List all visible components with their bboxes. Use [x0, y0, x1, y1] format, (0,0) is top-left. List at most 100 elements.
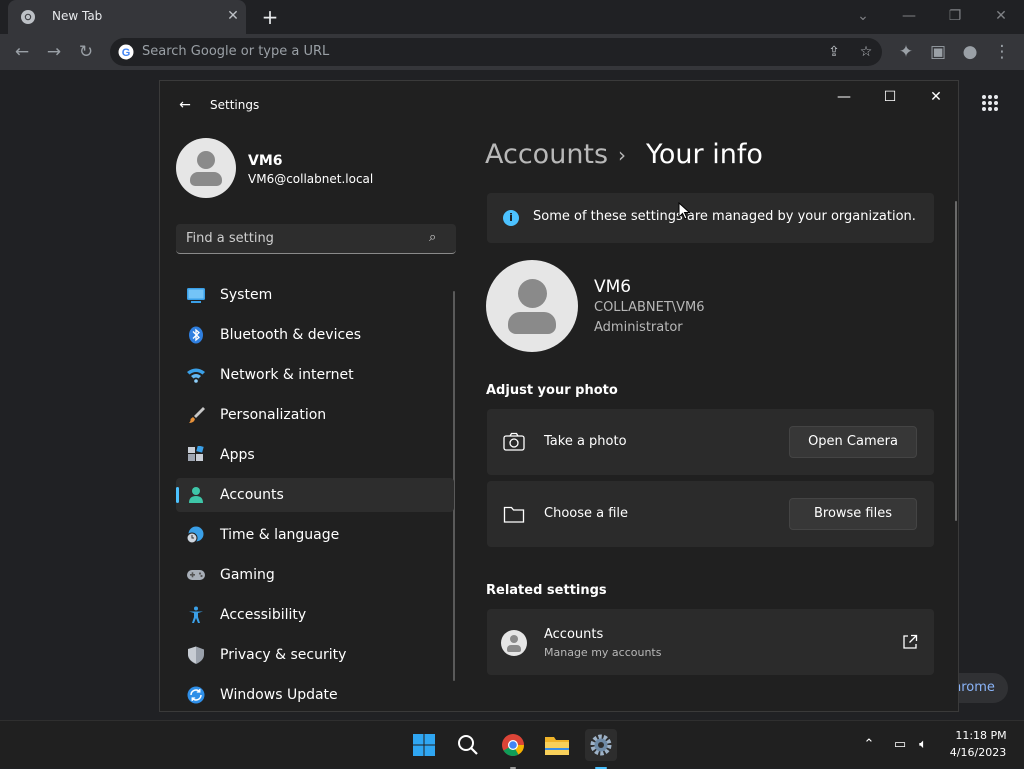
shield-icon: [188, 646, 204, 664]
taskbar: ⌃ ▭ 🔈︎ 11:18 PM 4/16/2023: [0, 720, 1024, 769]
share-icon[interactable]: ⇪: [822, 40, 846, 64]
search-input[interactable]: Find a setting ⌕: [176, 224, 456, 254]
update-icon: [187, 686, 205, 704]
account-avatar: [486, 260, 578, 352]
search-icon: ⌕: [429, 230, 437, 245]
browser-tab[interactable]: New Tab ✕: [8, 0, 246, 34]
adjust-photo-heading: Adjust your photo: [486, 383, 618, 398]
search-button[interactable]: [452, 729, 484, 761]
menu-icon[interactable]: ⋮: [990, 40, 1014, 64]
window-title: Settings: [210, 98, 260, 112]
info-icon: i: [503, 210, 519, 226]
user-name: VM6: [248, 153, 283, 169]
browser-toolbar: ← → ↻ G Search Google or type a URL ⇪ ☆ …: [0, 34, 1024, 70]
address-bar[interactable]: G Search Google or type a URL ⇪ ☆: [110, 38, 882, 66]
browser-tab-strip: New Tab ✕ + ⌄ — ❐ ✕: [0, 0, 1024, 34]
minimize-icon[interactable]: —: [824, 87, 864, 107]
managed-info-bar: i Some of these settings are managed by …: [487, 193, 934, 243]
breadcrumb-chevron-icon: ›: [618, 143, 626, 167]
related-accounts-subtitle: Manage my accounts: [544, 646, 662, 659]
folder-icon: [545, 737, 569, 755]
sidebar-item-system[interactable]: System: [176, 278, 454, 312]
related-accounts-link[interactable]: Accounts Manage my accounts: [487, 609, 934, 675]
sidebar-item-apps[interactable]: Apps: [176, 438, 454, 472]
person-icon: [189, 487, 203, 503]
chrome-icon: [502, 734, 524, 756]
sidebar-item-time-language[interactable]: Time & language: [176, 518, 454, 552]
avatar[interactable]: [176, 138, 236, 198]
nav-label: Personalization: [220, 407, 327, 423]
google-apps-icon[interactable]: [982, 95, 998, 111]
browse-files-button[interactable]: Browse files: [789, 498, 917, 530]
sidebar-item-bluetooth[interactable]: Bluetooth & devices: [176, 318, 454, 352]
chrome-taskbar-button[interactable]: [497, 729, 529, 769]
clock-time[interactable]: 11:18 PM: [950, 729, 1012, 742]
nav-label: Apps: [220, 447, 255, 463]
settings-taskbar-button[interactable]: [585, 729, 617, 769]
search-placeholder: Find a setting: [186, 231, 274, 246]
gear-icon: [590, 734, 612, 756]
apps-icon: [188, 446, 204, 461]
open-camera-button[interactable]: Open Camera: [789, 426, 917, 458]
maximize-icon[interactable]: ☐: [870, 87, 910, 107]
windows-logo-icon: [413, 734, 435, 756]
settings-window: ← Settings — ☐ ✕ VM6 VM6@collabnet.local…: [159, 80, 959, 712]
network-icon[interactable]: ▭: [891, 737, 909, 753]
tab-title: New Tab: [52, 9, 103, 23]
close-window-icon[interactable]: ✕: [988, 5, 1014, 27]
search-icon: [458, 735, 478, 755]
side-panel-icon[interactable]: ▣: [926, 40, 950, 64]
page-title: Your info: [646, 139, 763, 170]
back-arrow-icon[interactable]: ←: [174, 94, 196, 116]
account-name: VM6: [594, 277, 632, 297]
bookmark-star-icon[interactable]: ☆: [854, 40, 878, 64]
nav-label: Privacy & security: [220, 647, 347, 663]
wifi-icon: [187, 368, 205, 383]
sidebar-item-accessibility[interactable]: Accessibility: [176, 598, 454, 632]
profile-icon[interactable]: ●: [958, 40, 982, 64]
account-role: Administrator: [594, 320, 683, 335]
sidebar-item-gaming[interactable]: Gaming: [176, 558, 454, 592]
reload-icon[interactable]: ↻: [74, 40, 98, 64]
chrome-favicon-icon: [21, 10, 35, 24]
chevron-up-icon[interactable]: ⌃: [860, 737, 878, 753]
accessibility-icon: [189, 606, 203, 623]
nav-label: Accessibility: [220, 607, 307, 623]
sidebar-item-network[interactable]: Network & internet: [176, 358, 454, 392]
file-explorer-button[interactable]: [541, 729, 573, 761]
choose-file-label: Choose a file: [544, 506, 629, 521]
globe-clock-icon: [186, 526, 204, 544]
sidebar-item-accounts[interactable]: Accounts: [176, 478, 454, 512]
choose-file-card: Choose a file Browse files: [487, 481, 934, 547]
sidebar-item-windows-update[interactable]: Windows Update: [176, 678, 454, 711]
close-icon[interactable]: ✕: [916, 87, 956, 107]
forward-icon[interactable]: →: [42, 40, 66, 64]
nav-label: Gaming: [220, 567, 275, 583]
start-button[interactable]: [408, 729, 440, 761]
user-email: VM6@collabnet.local: [248, 172, 374, 186]
sidebar-item-privacy[interactable]: Privacy & security: [176, 638, 454, 672]
nav-label: Windows Update: [220, 687, 338, 703]
brush-icon: [189, 407, 205, 423]
breadcrumb-parent[interactable]: Accounts: [485, 139, 608, 170]
google-icon: G: [118, 44, 134, 60]
clock-date[interactable]: 4/16/2023: [944, 746, 1012, 759]
monitor-icon: [187, 288, 205, 303]
extensions-icon[interactable]: ✦: [894, 40, 918, 64]
sidebar-item-personalization[interactable]: Personalization: [176, 398, 454, 432]
related-settings-heading: Related settings: [486, 583, 607, 598]
new-tab-button[interactable]: +: [259, 6, 281, 28]
volume-icon[interactable]: 🔈︎: [914, 737, 932, 753]
accounts-avatar-icon: [501, 630, 527, 656]
restore-icon[interactable]: ❐: [942, 5, 968, 27]
back-icon[interactable]: ←: [10, 40, 34, 64]
svg-text:G: G: [122, 47, 131, 59]
folder-icon: [503, 506, 525, 523]
main-scrollbar[interactable]: [955, 201, 957, 521]
nav-label: Accounts: [220, 487, 284, 503]
external-link-icon: [903, 634, 918, 649]
tab-close-icon[interactable]: ✕: [224, 7, 242, 25]
gamepad-icon: [187, 570, 205, 580]
tab-search-icon[interactable]: ⌄: [850, 5, 876, 27]
minimize-icon[interactable]: —: [896, 5, 922, 27]
